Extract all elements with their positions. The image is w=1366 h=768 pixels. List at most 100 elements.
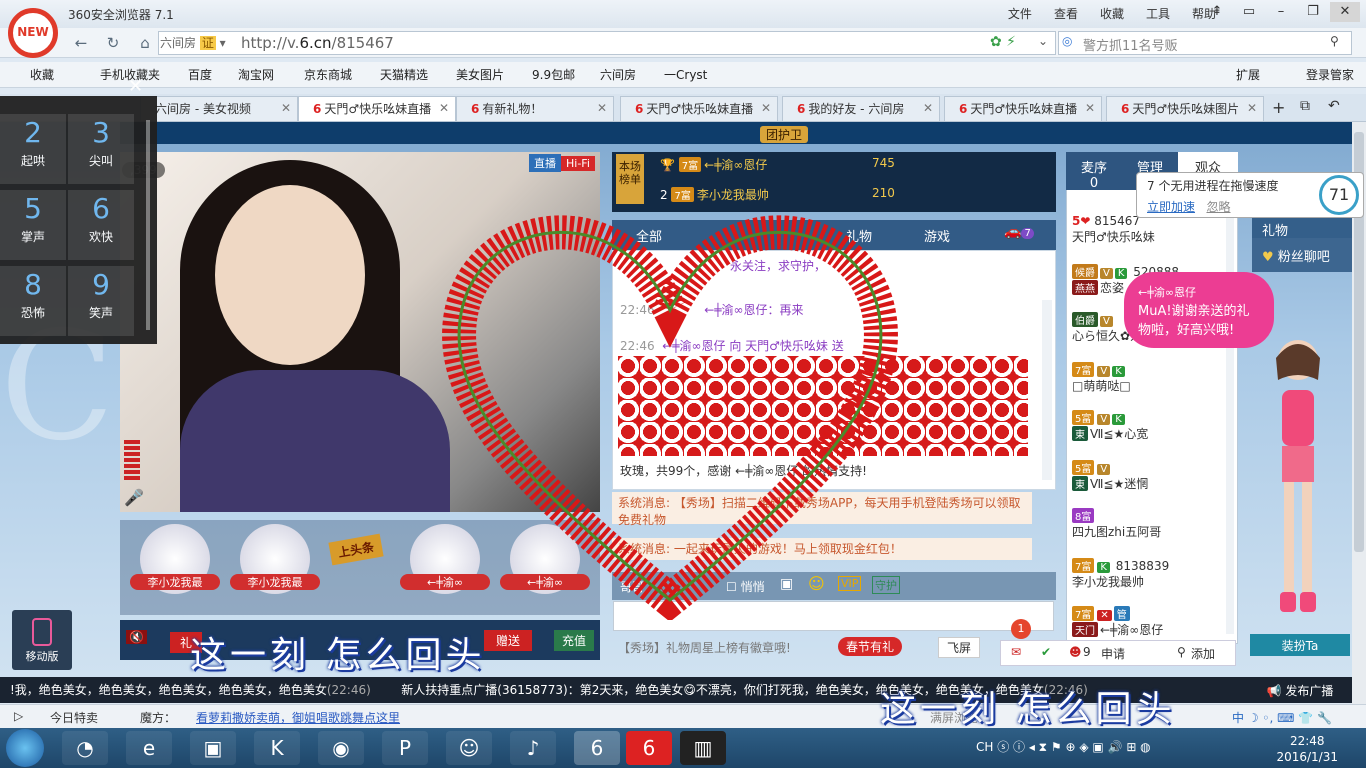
dress-up-button[interactable]: 装扮Ta [1250, 634, 1350, 656]
fav-item-baidu[interactable]: 百度 [188, 66, 212, 83]
close-icon[interactable]: ✕ [1085, 101, 1095, 115]
tab-3[interactable]: 6 有新礼物！ ✕ [456, 96, 614, 121]
search-engine-icon[interactable]: ◎ [1062, 34, 1072, 48]
list-item[interactable]: 5❤ 815467 天門♂快乐吆妹 [1072, 214, 1155, 245]
keypad-key-8[interactable]: 8 恐怖 [0, 266, 66, 336]
site-chip[interactable]: 六间房 证 ▾ [160, 34, 226, 51]
close-icon[interactable]: ✕ [439, 101, 449, 115]
accelerate-link[interactable]: 立即加速 [1147, 200, 1195, 214]
taskbar-kugou-icon[interactable]: K [254, 731, 300, 765]
fav-item-taobao[interactable]: 淘宝网 [238, 66, 274, 83]
taskbar-frog-icon[interactable]: ☺ [446, 731, 492, 765]
promo-text[interactable]: 【秀场】礼物周星上榜有徽章哦! [618, 639, 791, 656]
tab-5[interactable]: 6 我的好友 - 六间房 ✕ [782, 96, 940, 121]
fav-item-jd[interactable]: 京东商城 [304, 66, 352, 83]
fans-chat-button[interactable]: ♥ 粉丝聊吧 [1252, 238, 1352, 272]
fav-item-cryst[interactable]: 一Cryst [664, 66, 707, 83]
keypad-key-2[interactable]: 2 起哄 [0, 114, 66, 184]
expand-icon[interactable]: ▷ [14, 709, 23, 723]
rank-row[interactable]: 🏆 7富 ←╪渝∞恩仔 745 [660, 156, 895, 182]
list-item[interactable]: 7富 ✕ 管天门 ←╪渝∞恩仔 [1072, 606, 1163, 638]
taskbar-6rooms-icon[interactable]: 6 [574, 731, 620, 765]
menu-tools[interactable]: 工具 [1146, 5, 1170, 22]
send-gift-button[interactable]: 赠送 [484, 630, 533, 651]
extensions-button[interactable]: 扩展 [1236, 66, 1260, 83]
search-input[interactable]: 警方抓11名号贩 [1058, 31, 1352, 55]
ignore-link[interactable]: 忽略 [1206, 200, 1230, 214]
start-button[interactable] [6, 729, 44, 767]
tab-7[interactable]: 6 天門♂快乐吆妹图片 ✕ [1106, 96, 1264, 121]
tab-queue[interactable]: 麦序 0 [1066, 152, 1122, 191]
close-button[interactable]: ✕ [1330, 2, 1360, 22]
search-icon[interactable]: ⚲ [1330, 34, 1339, 48]
ime-toolbar[interactable]: 中 ☽ ◦, ⌨ 👕 🔧 [1232, 709, 1332, 726]
list-item[interactable]: 7富 V K □萌萌哒□ [1072, 362, 1131, 394]
chat-scrollbar[interactable] [1042, 300, 1052, 480]
chat-tab-games[interactable]: 游戏 [924, 226, 950, 245]
taskbar-iqiyi-icon[interactable]: ▣ [190, 731, 236, 765]
keypad-key-3[interactable]: 3 尖叫 [68, 114, 134, 184]
mute-icon[interactable]: 🔇 [126, 630, 147, 644]
magic-link[interactable]: 看萝莉撒娇卖萌，御姐唱歌跳舞点这里 [196, 709, 400, 726]
keypad-key-5[interactable]: 5 掌声 [0, 190, 66, 260]
refresh-icon[interactable]: ↻ [102, 34, 124, 52]
fav-item-99[interactable]: 9.9包邮 [532, 66, 575, 83]
security-icon[interactable]: ✿ ⚡ [990, 34, 1016, 50]
pin-icon[interactable]: ⇞ [1202, 2, 1232, 22]
tab-4[interactable]: 6 天門♂快乐吆妹直播 ✕ [620, 96, 778, 121]
publish-broadcast-button[interactable]: 📢 发布广播 [1250, 679, 1350, 701]
address-bar[interactable]: http://v.6.cn/815467 [158, 31, 1056, 55]
close-icon[interactable]: ✕ [923, 101, 933, 115]
list-item[interactable]: 8富 四九图zhi五阿哥 [1072, 508, 1161, 540]
keypad-scrollbar[interactable] [146, 120, 150, 330]
menu-file[interactable]: 文件 [1008, 5, 1032, 22]
taskbar-360-icon[interactable]: ◔ [62, 731, 108, 765]
menu-view[interactable]: 查看 [1054, 5, 1078, 22]
taskbar-app-icon[interactable]: ▥ [680, 731, 726, 765]
close-icon[interactable]: ✕ [761, 101, 771, 115]
close-icon[interactable]: ✕ [597, 101, 607, 115]
home-icon[interactable]: ⌂ [134, 34, 156, 52]
spring-gift-button[interactable]: 春节有礼 [838, 637, 903, 656]
list-item[interactable]: 7富 K 8138839 李小龙我最帅 [1072, 558, 1169, 590]
tab-2[interactable]: 6 天門♂快乐吆妹直播 ✕ [298, 96, 456, 121]
taskbar-music-icon[interactable]: ♪ [510, 731, 556, 765]
keypad-key-6[interactable]: 6 欢快 [68, 190, 134, 260]
restore-small-icon[interactable]: ▭ [1234, 2, 1264, 22]
mic-icon[interactable]: 🎤 [124, 488, 144, 507]
recharge-button[interactable]: 充值 [554, 630, 595, 651]
login-manager-button[interactable]: 登录管家 [1306, 66, 1354, 83]
tab-list-icon[interactable]: ⧉ [1300, 98, 1310, 114]
undo-close-icon[interactable]: ↶ [1328, 98, 1340, 114]
system-tray[interactable]: CH ⓢ ⓘ ◂ ⧗ ⚑ ⊕ ◈ ▣ 🔊 ⊞ ◍ [976, 738, 1151, 755]
close-icon[interactable]: ✕ [281, 101, 291, 115]
speed-gauge[interactable]: 71 [1319, 175, 1359, 215]
close-icon[interactable]: ✕ [1247, 101, 1257, 115]
fav-item-6rooms[interactable]: 六间房 [600, 66, 636, 83]
taskbar-6rooms-2-icon[interactable]: 6 [626, 731, 672, 765]
clock[interactable]: 22:48 2016/1/31 [1276, 733, 1338, 765]
taskbar-chrome-icon[interactable]: ◉ [318, 731, 364, 765]
new-tab-icon[interactable]: + [1272, 98, 1285, 117]
maximize-button[interactable]: ❐ [1298, 2, 1328, 22]
guard-badge[interactable]: 团护卫 [760, 126, 809, 143]
avatar-doll[interactable] [1258, 330, 1338, 630]
back-icon[interactable]: ← [70, 34, 92, 52]
taskbar-ie-icon[interactable]: e [126, 731, 172, 765]
list-item[interactable]: 5富 V K 東 Ⅶ≦★心宽 [1072, 410, 1148, 442]
add-friend-button[interactable]: 添加 [1191, 645, 1215, 662]
car-icon[interactable]: 🚗 7 [1004, 224, 1034, 240]
mail-icon[interactable]: ✉ [1011, 645, 1021, 659]
fav-item-collect[interactable]: 收藏 [30, 66, 54, 83]
close-icon[interactable]: ✕ [128, 76, 143, 97]
list-item[interactable]: 5富 V 東 Ⅶ≦★迷惘 [1072, 460, 1148, 492]
tab-1[interactable]: 六间房 - 美女视频 ✕ [140, 96, 298, 121]
today-deals[interactable]: 今日特卖 [50, 709, 98, 726]
fav-item-tmall[interactable]: 天猫精选 [380, 66, 428, 83]
tab-6[interactable]: 6 天門♂快乐吆妹直播 ✕ [944, 96, 1102, 121]
fly-screen-button[interactable]: 飞屏 [938, 637, 981, 658]
minimize-button[interactable]: – [1266, 2, 1296, 22]
fav-item-beauty[interactable]: 美女图片 [456, 66, 504, 83]
browser-logo-icon[interactable]: NEW [8, 8, 58, 58]
apply-button[interactable]: 申请 [1101, 645, 1125, 662]
